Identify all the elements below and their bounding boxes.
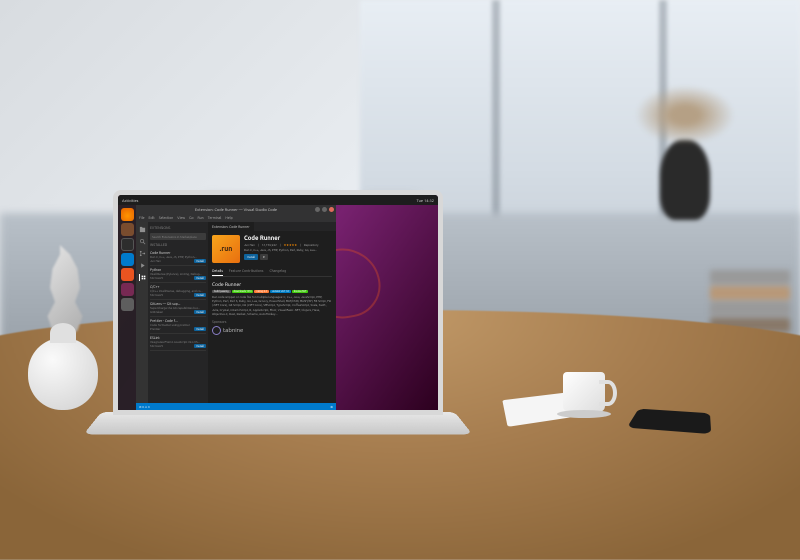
activities-button[interactable]: Activities [122,198,138,203]
status-settings-icon[interactable]: ⚙ [330,405,333,409]
tab-contributions[interactable]: Feature Contributions [229,267,264,276]
tabnine-name: tabnine [223,327,243,334]
menu-edit[interactable]: Edit [149,216,155,220]
extensions-icon[interactable] [139,274,146,281]
close-button[interactable] [329,207,334,212]
sponsor-label: Sponsors [212,320,332,324]
menu-file[interactable]: File [139,216,145,220]
search-icon[interactable] [139,238,146,245]
files-icon[interactable] [121,223,134,236]
repo-link[interactable]: Repository [304,243,319,247]
clock[interactable]: Tue 14:32 [416,198,434,203]
sponsor-section: Sponsors tabnine [212,320,332,335]
activity-bar [136,222,148,403]
install-count: 12,759,942 [262,243,277,247]
menu-help[interactable]: Help [225,216,232,220]
readme-body: Run code snippet or code file for multip… [212,295,332,316]
install-button[interactable]: Install [244,254,258,260]
badge: build passing [212,290,231,293]
extension-header: .run Code Runner Jun Han | 12,759,942 | … [212,235,332,263]
badge: downloads 12M [232,290,254,293]
software-icon[interactable] [121,268,134,281]
tab-extension[interactable]: Extension: Code Runner [208,222,254,231]
vscode-titlebar[interactable]: Extension: Code Runner — Visual Studio C… [136,205,336,214]
tab-details[interactable]: Details [212,267,223,276]
source-control-icon[interactable] [139,250,146,257]
window-title: Extension: Code Runner — Visual Studio C… [195,207,277,212]
extension-list-item[interactable]: Prettier - Code f...Code formatter using… [150,317,206,334]
badge-row: build passing downloads 12M rating 4.5 v… [212,290,332,293]
vscode-icon[interactable] [121,253,134,266]
ubuntu-dock [118,205,136,410]
debug-icon[interactable] [139,262,146,269]
sponsor-tabnine[interactable]: tabnine [212,326,332,335]
vase-dark [660,140,710,220]
search-input[interactable]: Search Extensions in Marketplace [150,233,206,240]
extension-list-item[interactable]: Code RunnerRun C, C++, Java, JS, PHP, Py… [150,249,206,266]
extension-list-item[interactable]: C/C++C/C++ IntelliSense, debugging, and … [150,283,206,300]
extensions-sidebar: Extensions Search Extensions in Marketpl… [148,222,208,403]
laptop-screen: Activities Tue 14:32 Extension: Code Run… [113,190,443,415]
firefox-icon[interactable] [121,208,134,221]
laptop-keyboard [84,412,473,435]
badge: license MIT [292,290,308,293]
coffee-mug [563,372,605,412]
badge: version v0.11.6 [270,290,291,293]
installed-header: INSTALLED [150,241,206,249]
settings-icon[interactable] [121,298,134,311]
extension-list-item[interactable]: GitLens — Git sup...Supercharge the Git … [150,300,206,317]
menu-go[interactable]: Go [189,216,193,220]
extension-list-item[interactable]: PythonIntelliSense (Pylance), Linting, D… [150,266,206,283]
maximize-button[interactable] [322,207,327,212]
terminal-icon[interactable] [121,238,134,251]
editor-area: Extension: Code Runner .run Code Runner … [208,222,336,403]
extension-tagline: Run C, C++, Java, JS, PHP, Python, Perl,… [244,248,332,252]
vase-white [28,338,98,410]
readme-title: Code Runner [212,281,332,287]
menu-terminal[interactable]: Terminal [208,216,222,220]
room-scene: Activities Tue 14:32 Extension: Code Run… [0,0,800,560]
tab-changelog[interactable]: Changelog [269,267,286,276]
status-bar[interactable]: ⊘ 0 ⚠ 0 ⚙ [136,403,336,410]
sidebar-header: Extensions [150,224,206,232]
vscode-window: Extension: Code Runner — Visual Studio C… [136,205,336,410]
menu-run[interactable]: Run [198,216,204,220]
badge: rating 4.5 [254,290,269,293]
gnome-topbar[interactable]: Activities Tue 14:32 [118,195,438,205]
laptop: Activities Tue 14:32 Extension: Code Run… [113,185,443,445]
editor-tabs: Extension: Code Runner [208,222,336,231]
extension-list-item[interactable]: ESLintIntegrates ESLint JavaScript into … [150,334,206,351]
extension-name: Code Runner [244,235,332,242]
help-icon[interactable] [121,283,134,296]
explorer-icon[interactable] [139,226,146,233]
tabnine-icon [212,326,221,335]
extension-logo: .run [212,235,240,263]
install-dropdown[interactable]: ▾ [260,254,268,260]
detail-tabs: Details Feature Contributions Changelog [212,267,332,277]
minimize-button[interactable] [315,207,320,212]
menu-view[interactable]: View [177,216,185,220]
menu-selection[interactable]: Selection [159,216,174,220]
rating-stars[interactable]: ★★★★★ [284,243,297,247]
status-problems[interactable]: ⊘ 0 ⚠ 0 [139,405,150,409]
vscode-menubar: File Edit Selection View Go Run Terminal… [136,214,336,222]
extension-author[interactable]: Jun Han [244,243,255,247]
